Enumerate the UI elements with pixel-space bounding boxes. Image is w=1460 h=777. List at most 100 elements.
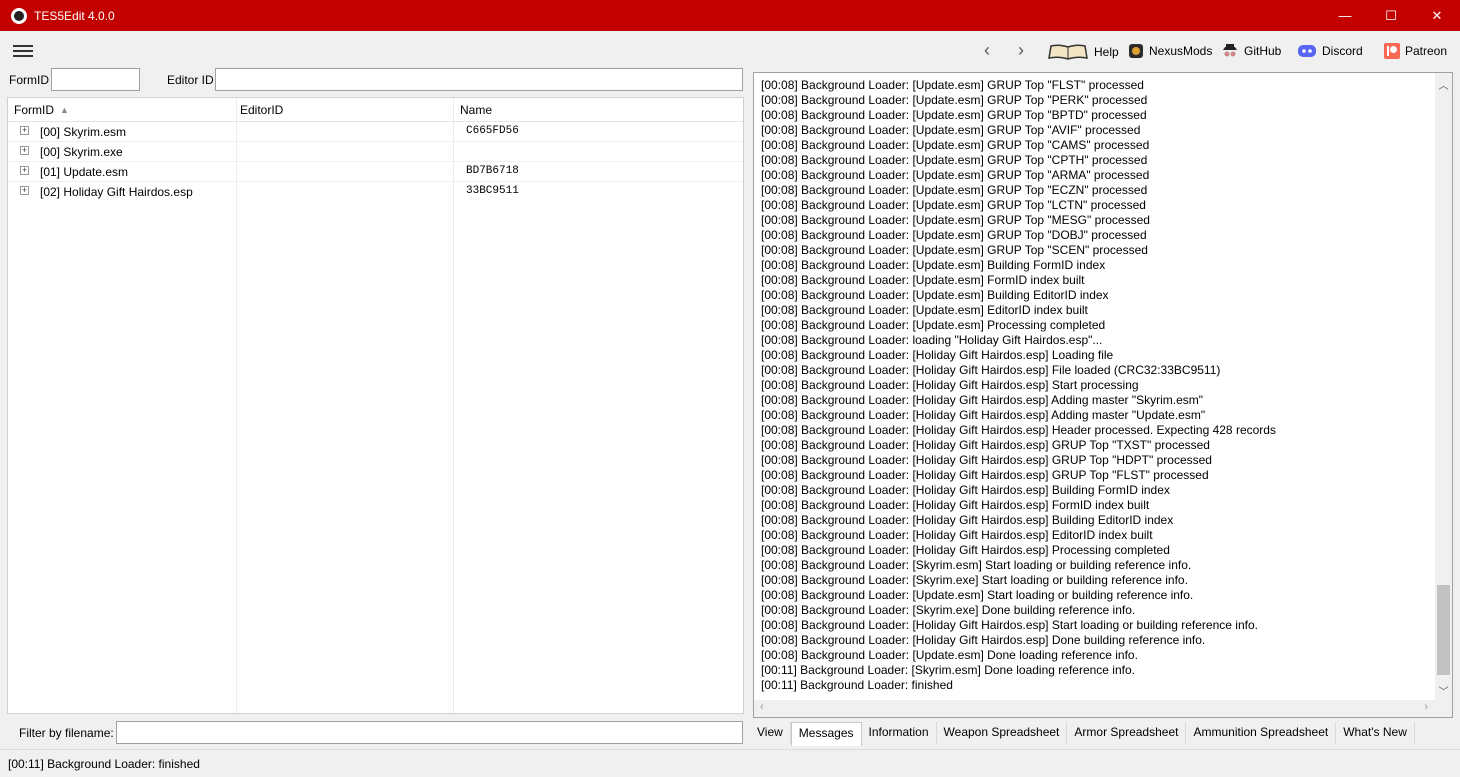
- message-line: [00:08] Background Loader: [Holiday Gift…: [761, 378, 1139, 392]
- tree-row[interactable]: + [00] Skyrim.esm C665FD56: [8, 122, 743, 142]
- message-line: [00:08] Background Loader: [Update.esm] …: [761, 288, 1109, 302]
- tab-ammunition-spreadsheet[interactable]: Ammunition Spreadsheet: [1186, 722, 1337, 744]
- status-text: [00:11] Background Loader: finished: [8, 757, 200, 771]
- vertical-scrollbar[interactable]: ︿ ﹀: [1435, 73, 1452, 701]
- minimize-button[interactable]: —: [1322, 0, 1368, 31]
- message-line: [00:11] Background Loader: finished: [761, 678, 953, 692]
- message-line: [00:08] Background Loader: [Update.esm] …: [761, 303, 1088, 317]
- expand-icon[interactable]: +: [20, 186, 29, 195]
- filename-filter-label: Filter by filename:: [19, 726, 114, 740]
- message-line: [00:08] Background Loader: [Update.esm] …: [761, 153, 1148, 167]
- message-line: [00:08] Background Loader: [Update.esm] …: [761, 198, 1146, 212]
- bottom-tabs: View Messages Information Weapon Spreadshee…: [750, 722, 1415, 746]
- horizontal-scrollbar[interactable]: ‹ ›: [754, 700, 1452, 717]
- patreon-link[interactable]: Patreon: [1384, 43, 1447, 59]
- toolbar: ‹ › Help NexusMods GitHub Discord Patreo…: [0, 31, 1460, 69]
- close-button[interactable]: ✕: [1414, 0, 1460, 31]
- patreon-icon: [1384, 43, 1400, 59]
- formid-filter-label: FormID: [9, 73, 49, 87]
- tab-view[interactable]: View: [750, 722, 791, 744]
- sort-ascending-icon: ▲: [60, 105, 69, 115]
- message-line: [00:08] Background Loader: [Update.esm] …: [761, 588, 1194, 602]
- help-link[interactable]: Help: [1047, 43, 1119, 61]
- plugin-tree-view[interactable]: FormID ▲ EditorID Name + [00] Skyrim.esm…: [7, 97, 744, 714]
- help-label: Help: [1094, 45, 1119, 59]
- column-header-name[interactable]: Name: [460, 103, 492, 117]
- scroll-left-icon[interactable]: ‹: [760, 701, 764, 713]
- message-line: [00:08] Background Loader: [Update.esm] …: [761, 78, 1144, 92]
- message-line: [00:08] Background Loader: [Skyrim.exe] …: [761, 603, 1136, 617]
- scroll-up-icon[interactable]: ︿: [1435, 77, 1452, 92]
- window-title: TES5Edit 4.0.0: [34, 8, 115, 23]
- plugin-crc: C665FD56: [466, 125, 519, 137]
- nexusmods-link[interactable]: NexusMods: [1128, 43, 1212, 59]
- message-line: [00:08] Background Loader: [Holiday Gift…: [761, 633, 1206, 647]
- message-line: [00:08] Background Loader: [Skyrim.exe] …: [761, 573, 1188, 587]
- plugin-name: [02] Holiday Gift Hairdos.esp: [40, 185, 193, 199]
- column-header-editorid[interactable]: EditorID: [240, 103, 283, 117]
- tab-messages[interactable]: Messages: [790, 722, 862, 746]
- expand-icon[interactable]: +: [20, 126, 29, 135]
- message-line: [00:08] Background Loader: [Holiday Gift…: [761, 513, 1174, 527]
- tree-row[interactable]: + [02] Holiday Gift Hairdos.esp 33BC9511: [8, 182, 743, 202]
- github-icon: [1223, 44, 1237, 57]
- discord-link[interactable]: Discord: [1297, 43, 1363, 59]
- message-line: [00:08] Background Loader: [Update.esm] …: [761, 138, 1150, 152]
- message-line: [00:11] Background Loader: [Skyrim.esm] …: [761, 663, 1135, 677]
- scroll-right-icon[interactable]: ›: [1424, 701, 1428, 713]
- plugin-name: [01] Update.esm: [40, 165, 129, 179]
- title-bar: TES5Edit 4.0.0 — ☐ ✕: [0, 0, 1460, 31]
- filename-filter-input[interactable]: [116, 721, 743, 744]
- message-line: [00:08] Background Loader: [Holiday Gift…: [761, 618, 1258, 632]
- message-line: [00:08] Background Loader: [Update.esm] …: [761, 318, 1106, 332]
- tree-row[interactable]: + [01] Update.esm BD7B6718: [8, 162, 743, 182]
- message-line: [00:08] Background Loader: [Holiday Gift…: [761, 438, 1210, 452]
- expand-icon[interactable]: +: [20, 166, 29, 175]
- nexusmods-icon: [1129, 44, 1143, 58]
- scrollbar-thumb[interactable]: [1437, 585, 1450, 675]
- column-header-formid[interactable]: FormID: [14, 103, 54, 117]
- plugin-name: [00] Skyrim.exe: [40, 145, 123, 159]
- github-link[interactable]: GitHub: [1221, 43, 1281, 59]
- hamburger-menu-icon[interactable]: [13, 45, 33, 57]
- message-line: [00:08] Background Loader: [Update.esm] …: [761, 258, 1106, 272]
- message-line: [00:08] Background Loader: [Holiday Gift…: [761, 363, 1221, 377]
- message-line: [00:08] Background Loader: [Holiday Gift…: [761, 393, 1204, 407]
- message-line: [00:08] Background Loader: [Holiday Gift…: [761, 408, 1206, 422]
- plugin-name: [00] Skyrim.esm: [40, 125, 127, 139]
- status-bar: [00:11] Background Loader: finished: [0, 749, 1460, 777]
- message-line: [00:08] Background Loader: [Skyrim.esm] …: [761, 558, 1192, 572]
- tab-information[interactable]: Information: [862, 722, 937, 744]
- forward-arrow-icon[interactable]: ›: [1018, 40, 1024, 61]
- tab-what-s-new[interactable]: What's New: [1336, 722, 1415, 744]
- message-line: [00:08] Background Loader: [Update.esm] …: [761, 213, 1150, 227]
- formid-filter-input[interactable]: [51, 68, 140, 91]
- messages-pane[interactable]: [00:08] Background Loader: [Update.esm] …: [753, 72, 1453, 718]
- expand-icon[interactable]: +: [20, 146, 29, 155]
- tab-weapon-spreadsheet[interactable]: Weapon Spreadsheet: [937, 722, 1068, 744]
- message-line: [00:08] Background Loader: [Update.esm] …: [761, 273, 1085, 287]
- messages-log: [00:08] Background Loader: [Update.esm] …: [761, 78, 1276, 693]
- message-line: [00:08] Background Loader: [Holiday Gift…: [761, 453, 1212, 467]
- message-line: [00:08] Background Loader: [Holiday Gift…: [761, 543, 1170, 557]
- book-icon: [1048, 44, 1088, 60]
- back-arrow-icon[interactable]: ‹: [984, 40, 990, 61]
- plugin-crc: 33BC9511: [466, 185, 519, 197]
- app-logo-icon: [11, 7, 27, 24]
- scroll-down-icon[interactable]: ﹀: [1435, 683, 1452, 698]
- message-line: [00:08] Background Loader: [Update.esm] …: [761, 123, 1141, 137]
- discord-icon: [1298, 45, 1316, 57]
- message-line: [00:08] Background Loader: [Holiday Gift…: [761, 483, 1170, 497]
- message-line: [00:08] Background Loader: [Update.esm] …: [761, 648, 1138, 662]
- patreon-label: Patreon: [1405, 44, 1448, 58]
- message-line: [00:08] Background Loader: [Update.esm] …: [761, 243, 1148, 257]
- tab-armor-spreadsheet[interactable]: Armor Spreadsheet: [1067, 722, 1187, 744]
- message-line: [00:08] Background Loader: [Update.esm] …: [761, 168, 1150, 182]
- message-line: [00:08] Background Loader: [Update.esm] …: [761, 93, 1148, 107]
- plugin-crc: BD7B6718: [466, 165, 519, 177]
- editorid-filter-input[interactable]: [215, 68, 743, 91]
- nexusmods-label: NexusMods: [1149, 44, 1213, 58]
- maximize-button[interactable]: ☐: [1368, 0, 1414, 31]
- tree-row[interactable]: + [00] Skyrim.exe: [8, 142, 743, 162]
- discord-label: Discord: [1322, 44, 1363, 58]
